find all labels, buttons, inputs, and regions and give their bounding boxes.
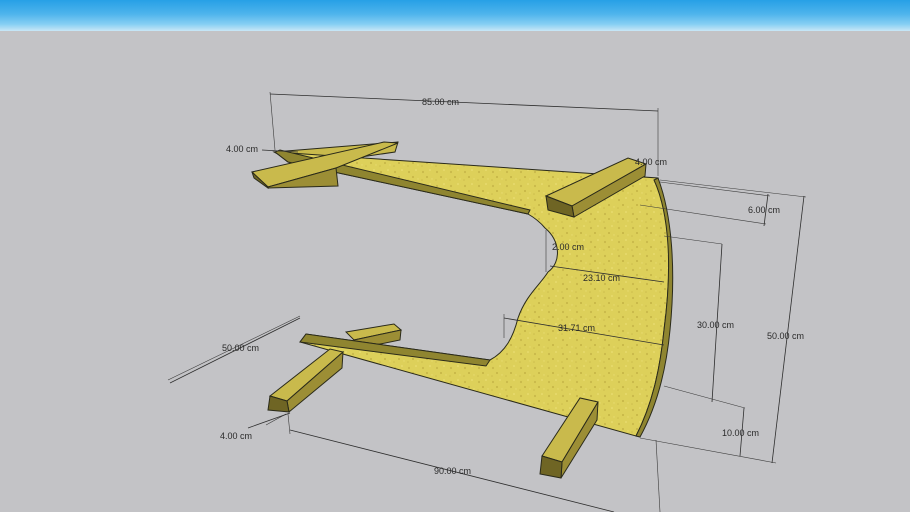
dim-label-notch-radius: 2.00 cm [552,242,584,252]
dim-label-top-thickness: 6.00 cm [748,205,780,215]
bottom-left-front-batten [267,348,345,413]
dim-label-inner-bottom-depth: 31.71 cm [558,323,595,333]
dim-label-total-height: 50.00 cm [767,331,804,341]
dim-label-inner-height: 30.00 cm [697,320,734,330]
dim-label-top-length: 85.00 cm [422,97,459,107]
dim-label-batten-width-bottom: 4.00 cm [220,431,252,441]
dim-label-inner-top-depth: 23.10 cm [583,273,620,283]
dim-label-batten-width-top: 4.00 cm [226,144,258,154]
model-viewport[interactable]: 85.00 cm 4.00 cm 4.00 cm 6.00 cm 2.00 cm… [0,0,910,512]
dim-label-batten-width-top-right: 4.00 cm [635,157,667,167]
dim-label-base-thickness: 10.00 cm [722,428,759,438]
desk-model[interactable] [250,141,674,479]
dim-label-base-depth: 50.00 cm [222,343,259,353]
dimension-lines [167,91,807,512]
dim-label-base-length: 90.00 cm [434,466,471,476]
